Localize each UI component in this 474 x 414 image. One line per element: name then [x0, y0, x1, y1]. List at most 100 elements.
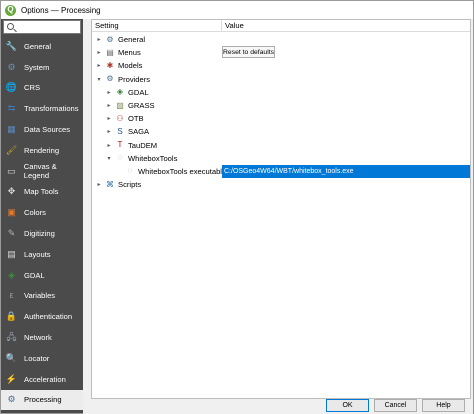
gdal-icon: ◈	[8, 269, 15, 280]
tree-row-whiteboxtools-executable[interactable]: ◌ WhiteboxTools executable C:/OSGeo4W64/WB…	[92, 164, 470, 178]
column-header-setting[interactable]: Setting	[92, 20, 222, 31]
expand-down-icon[interactable]: ▾	[105, 154, 113, 162]
sidebar-item-general[interactable]: 🔧 General	[1, 36, 83, 57]
sidebar-item-rendering[interactable]: 🖌 Rendering	[1, 140, 83, 161]
sidebar-item-label: Processing	[24, 395, 62, 405]
sidebar-item-label: Locator	[24, 353, 50, 363]
whitebox-executable-path-field[interactable]: C:/OSGeo4W64/WBT/whitebox_tools.exe	[222, 164, 470, 178]
tree-row-models[interactable]: ▸ ✱ Models	[92, 59, 470, 72]
tree-row-scripts[interactable]: ▸ ⌘ Scripts	[92, 178, 470, 191]
gear-icon: ⚙	[106, 74, 114, 84]
search-input[interactable]	[17, 22, 79, 32]
transform-icon: ⇆	[7, 103, 16, 114]
sidebar-item-data-sources[interactable]: ▦ Data Sources	[1, 119, 83, 140]
sidebar-item-gdal[interactable]: ◈ GDAL	[1, 265, 83, 286]
help-button[interactable]: Help	[422, 399, 465, 412]
options-dialog: Q Options — Processing 🔧 General ⚙ System 🌐 C…	[0, 0, 474, 414]
sidebar-item-label: Layouts	[24, 249, 51, 259]
sidebar-item-crs[interactable]: 🌐 CRS	[1, 78, 83, 99]
expand-right-icon[interactable]: ▸	[105, 128, 113, 136]
sidebar-item-layouts[interactable]: ▤ Layouts	[1, 244, 83, 265]
column-header-value[interactable]: Value	[222, 20, 470, 31]
variables-icon: ε	[9, 290, 14, 301]
sidebar-item-authentication[interactable]: 🔒 Authentication	[1, 306, 83, 327]
tree-row-menus[interactable]: ▸ ▤ Menus Reset to defaults	[92, 46, 470, 59]
sidebar-item-map-tools[interactable]: ✥ Map Tools	[1, 182, 83, 203]
ok-button[interactable]: OK	[326, 399, 369, 412]
sidebar-item-network[interactable]: 🖧 Network	[1, 327, 83, 348]
tree-row-label: GRASS	[128, 101, 155, 111]
sidebar-item-label: Authentication	[24, 312, 73, 322]
settings-tree-panel: Setting Value ▸ ⚙ General ▸ ▤ Menus Reset to d…	[91, 19, 471, 399]
expand-right-icon[interactable]: ▸	[105, 88, 113, 96]
models-icon: ✱	[106, 60, 114, 70]
tree-row-whiteboxtools[interactable]: ▾ ◌ WhiteboxTools	[92, 152, 470, 165]
tree-row-label: OTB	[128, 114, 144, 124]
tree-row-label: SAGA	[128, 127, 150, 137]
tree-row-otb[interactable]: ▸ ⚇ OTB	[92, 112, 470, 125]
cancel-button[interactable]: Cancel	[374, 399, 417, 412]
expand-right-icon[interactable]: ▸	[105, 102, 113, 110]
sidebar-item-label: Data Sources	[24, 125, 71, 135]
system-icon: ⚙	[7, 61, 16, 72]
tree-row-taudem[interactable]: ▸ T TauDEM	[92, 139, 470, 152]
sidebar-item-processing[interactable]: ⚙ Processing	[1, 389, 83, 411]
acceleration-icon: ⚡	[5, 373, 18, 384]
paintbrush-icon: 🖌	[5, 144, 18, 155]
expand-right-icon[interactable]: ▸	[95, 36, 103, 44]
tree-row-gdal[interactable]: ▸ ◈ GDAL	[92, 86, 470, 99]
expand-right-icon[interactable]: ▸	[105, 115, 113, 123]
processing-gear-icon: ⚙	[7, 394, 16, 405]
sidebar-item-transformations[interactable]: ⇆ Transformations	[1, 98, 83, 119]
sidebar-item-canvas-legend[interactable]: ▭ Canvas & Legend	[1, 161, 83, 182]
canvas-icon: ▭	[7, 165, 16, 176]
sidebar-item-label: Canvas & Legend	[23, 162, 57, 181]
tree-row-grass[interactable]: ▸ ▨ GRASS	[92, 99, 470, 112]
tree-row-label: GDAL	[128, 87, 149, 97]
sidebar-item-colors[interactable]: ▣ Colors	[1, 202, 83, 223]
expand-right-icon[interactable]: ▸	[95, 49, 103, 57]
tree-header: Setting Value	[92, 20, 470, 32]
sidebar-item-system[interactable]: ⚙ System	[1, 57, 83, 78]
tree-row-providers[interactable]: ▾ ⚙ Providers	[92, 73, 470, 86]
sidebar-item-label: Digitizing	[24, 229, 55, 239]
tree-row-saga[interactable]: ▸ S SAGA	[92, 125, 470, 138]
map-tools-icon: ✥	[7, 186, 16, 197]
settings-tree: ▸ ⚙ General ▸ ▤ Menus Reset to defaults ▸ ✱ Model…	[92, 33, 470, 191]
sidebar-item-acceleration[interactable]: ⚡ Acceleration	[1, 369, 83, 390]
qgis-logo-icon: Q	[5, 4, 16, 16]
globe-icon: 🌐	[5, 82, 18, 93]
network-icon: 🖧	[6, 332, 17, 343]
expand-right-icon[interactable]: ▸	[95, 181, 103, 189]
wrench-icon: 🔧	[5, 40, 18, 51]
sidebar-item-locator[interactable]: 🔍 Locator	[1, 348, 83, 369]
tree-row-label: WhiteboxTools executable	[138, 166, 227, 176]
tree-row-label: Scripts	[118, 180, 142, 190]
expand-right-icon[interactable]: ▸	[105, 141, 113, 149]
dialog-button-bar: OK Cancel Help	[83, 399, 473, 414]
sidebar-item-label: Transformations	[24, 104, 79, 114]
sidebar-item-label: Colors	[24, 208, 46, 218]
menu-icon: ▤	[106, 47, 114, 57]
table-icon: ▦	[7, 124, 16, 135]
whitebox-icon: ◌	[117, 153, 123, 163]
sidebar-item-variables[interactable]: ε Variables	[1, 286, 83, 307]
search-box[interactable]	[3, 20, 81, 34]
expand-down-icon[interactable]: ▾	[95, 75, 103, 83]
sidebar-item-digitizing[interactable]: ✎ Digitizing	[1, 223, 83, 244]
reset-to-defaults-button[interactable]: Reset to defaults	[222, 46, 275, 59]
sidebar-item-label: Rendering	[24, 145, 60, 155]
tree-row-label: TauDEM	[128, 140, 158, 150]
lock-icon: 🔒	[5, 311, 18, 322]
tree-row-label: Menus	[118, 48, 141, 58]
tree-row-general[interactable]: ▸ ⚙ General	[92, 33, 470, 46]
layout-icon: ▤	[7, 248, 16, 259]
sidebar-item-label: System	[24, 62, 50, 72]
window-title: Options — Processing	[21, 5, 101, 15]
sidebar-item-label: Map Tools	[24, 187, 59, 197]
expand-right-icon[interactable]: ▸	[95, 62, 103, 70]
taudem-icon: T	[117, 140, 123, 150]
title-bar: Q Options — Processing	[1, 1, 473, 19]
locator-icon: 🔍	[5, 352, 18, 363]
